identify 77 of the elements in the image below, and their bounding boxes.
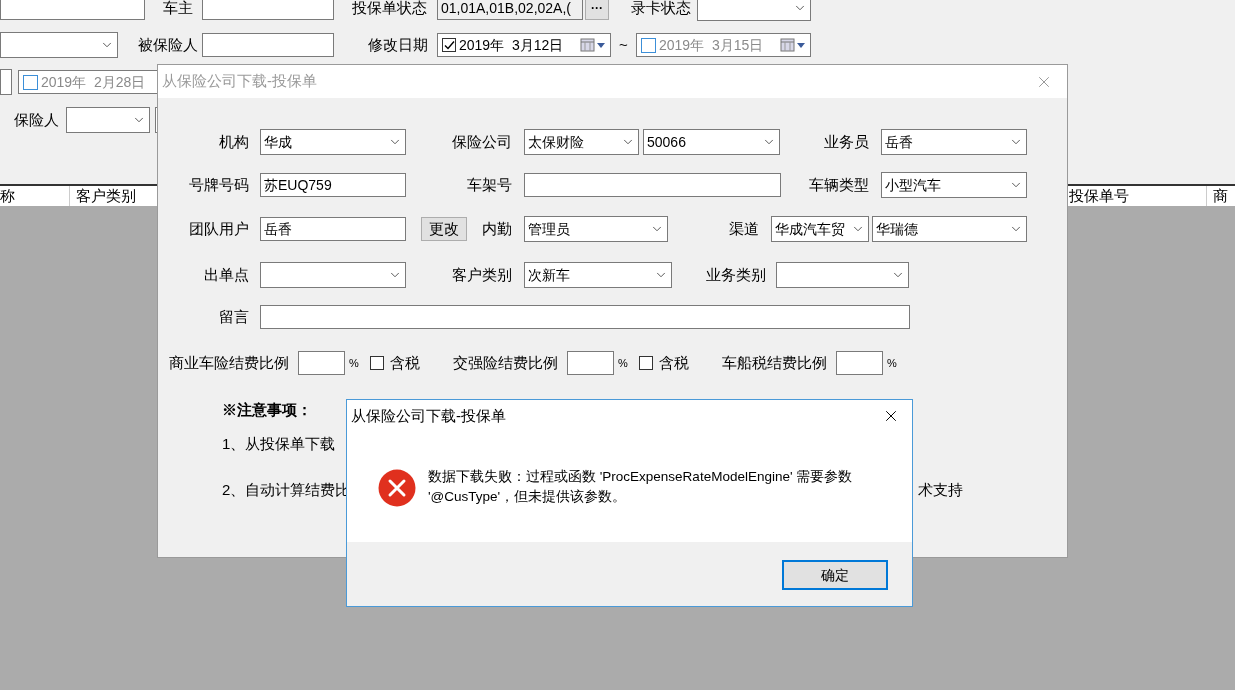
field-label: 修改日期: [368, 36, 428, 53]
dropdown[interactable]: [66, 107, 150, 133]
date-value: 2019年 2月28日: [41, 72, 146, 92]
text-field[interactable]: [298, 351, 345, 375]
more-button[interactable]: ···: [585, 0, 609, 20]
dropdown[interactable]: 50066: [643, 129, 780, 155]
text-field[interactable]: 岳香: [260, 217, 406, 241]
field-label: 车主: [163, 0, 193, 16]
date-picker[interactable]: 2019年 3月15日: [636, 33, 811, 57]
field-label: 保险公司: [452, 131, 512, 152]
change-button[interactable]: 更改: [421, 217, 467, 241]
field-label: 商业车险结费比例: [169, 354, 289, 371]
date-picker[interactable]: 2019年 3月12日: [437, 33, 611, 57]
field-label: 业务类别: [706, 264, 766, 285]
field-label: 机构: [219, 131, 249, 152]
dropdown[interactable]: 华成汽车贸: [771, 216, 869, 242]
field-label: 业务员: [824, 131, 869, 152]
window-title: 从保险公司下载-投保单: [351, 405, 507, 426]
checkbox[interactable]: [442, 38, 456, 52]
date-value: 2019年 3月15日: [659, 35, 764, 55]
error-message: 数据下载失败：过程或函数 'ProcExpenseRateModelEngine' 需要参数 '@CusType'，但未提供该参数。: [428, 468, 854, 506]
field-label: 车架号: [467, 174, 512, 195]
dropdown[interactable]: [0, 69, 12, 95]
field-label: 被保险人: [138, 36, 198, 53]
field-label: 出单点: [204, 264, 249, 285]
field-label: 车辆类型: [809, 174, 869, 195]
text-field[interactable]: [836, 351, 883, 375]
field-label: 保险人: [14, 111, 59, 128]
ok-button[interactable]: 确定: [782, 560, 888, 590]
field-label: 客户类别: [452, 264, 512, 285]
dropdown[interactable]: [776, 262, 909, 288]
text-field[interactable]: [202, 0, 334, 20]
dropdown[interactable]: 小型汽车: [881, 172, 1027, 198]
checkbox[interactable]: [641, 37, 656, 53]
text-field[interactable]: [260, 305, 910, 329]
checkbox-label: 含税: [390, 352, 420, 373]
field-label: 留言: [219, 306, 249, 327]
checkbox[interactable]: [23, 74, 38, 90]
calendar-icon[interactable]: [780, 38, 806, 52]
date-value: 2019年 3月12日: [459, 35, 564, 55]
note-text: 1、从投保单下载: [222, 435, 336, 452]
field-label: 内勤: [482, 218, 512, 239]
column-header[interactable]: 商: [1207, 184, 1228, 208]
percent-sign: %: [887, 355, 897, 371]
dropdown[interactable]: [0, 32, 118, 58]
text-field[interactable]: [567, 351, 614, 375]
checkbox[interactable]: [370, 356, 384, 370]
field-label: 车船税结费比例: [722, 354, 827, 371]
checkbox[interactable]: [639, 356, 653, 370]
percent-sign: %: [349, 355, 359, 371]
dropdown[interactable]: 管理员: [524, 216, 668, 242]
field-label: ~: [619, 34, 628, 55]
field-label: 投保单状态: [352, 0, 427, 16]
notes-title: ※注意事项：: [222, 401, 312, 418]
note-text: 术支持: [918, 480, 963, 500]
calendar-icon[interactable]: [580, 38, 606, 52]
checkbox-label: 含税: [659, 352, 689, 373]
text-field[interactable]: 苏EUQ759: [260, 173, 406, 197]
dropdown[interactable]: 岳香: [881, 129, 1027, 155]
column-header[interactable]: 称: [0, 186, 70, 206]
text-field[interactable]: [524, 173, 781, 197]
field-label: 团队用户: [189, 218, 249, 239]
dropdown[interactable]: 华瑞德: [872, 216, 1027, 242]
status-field[interactable]: 01,01A,01B,02,02A,(: [437, 0, 583, 20]
dropdown[interactable]: 太保财险: [524, 129, 639, 155]
dropdown[interactable]: 次新车: [524, 262, 672, 288]
text-field[interactable]: [202, 33, 334, 57]
field-label: 交强险结费比例: [453, 354, 558, 371]
dropdown[interactable]: [260, 262, 406, 288]
dropdown[interactable]: 华成: [260, 129, 406, 155]
field-label: 录卡状态: [631, 0, 691, 16]
field-label: 渠道: [729, 218, 759, 239]
dropdown[interactable]: [697, 0, 811, 21]
field-label: 号牌号码: [189, 174, 249, 195]
percent-sign: %: [618, 355, 628, 371]
text-field[interactable]: [0, 0, 145, 20]
error-icon: [378, 469, 416, 507]
